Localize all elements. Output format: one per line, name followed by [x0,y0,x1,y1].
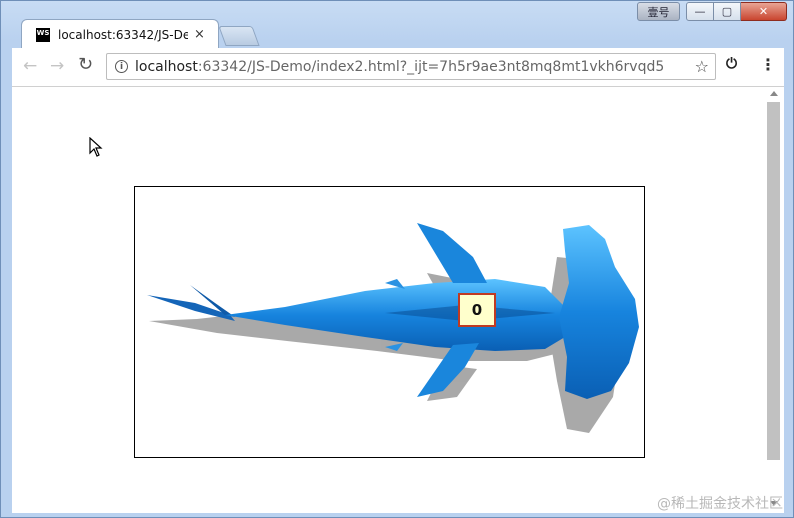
url-host: localhost [135,58,198,75]
scroll-up-arrow-icon[interactable] [770,91,778,96]
tab-close-icon[interactable]: × [194,27,205,42]
back-arrow-icon[interactable]: ← [23,56,37,76]
page-viewport: 0 [12,87,784,513]
click-counter-box: 0 [458,293,496,327]
minimize-button[interactable]: — [686,2,714,21]
new-tab-button[interactable] [218,26,260,46]
close-window-button[interactable]: ✕ [741,2,787,21]
vertical-scrollbar[interactable] [766,87,781,513]
browser-tab[interactable]: WS localhost:63342/JS-Dem × [21,19,219,49]
browser-window: 壹号 — ▢ ✕ WS localhost:63342/JS-Dem × ← →… [0,0,794,518]
reload-icon[interactable]: ↻ [78,54,93,75]
site-info-icon[interactable]: i [115,60,128,73]
menu-kebab-icon[interactable]: ⋮ [760,55,776,74]
hammerhead-shark-image [147,223,639,433]
tab-title: localhost:63342/JS-Dem [58,27,188,42]
maximize-button[interactable]: ▢ [714,2,741,21]
forward-arrow-icon[interactable]: → [50,56,64,76]
address-bar[interactable]: i localhost:63342/JS-Demo/index2.html?_i… [106,53,716,80]
scrollbar-thumb[interactable] [767,102,780,460]
mouse-cursor-icon [89,136,103,161]
url-text[interactable]: localhost:63342/JS-Demo/index2.html?_ijt… [135,59,664,75]
power-extension-icon[interactable]: ⏻ [726,56,737,72]
bookmark-star-icon[interactable]: ☆ [695,57,709,76]
user-profile-button[interactable]: 壹号 [637,2,680,21]
browser-toolbar: ← → ↻ i localhost:63342/JS-Demo/index2.h… [12,48,784,87]
url-path: :63342/JS-Demo/index2.html?_ijt=7h5r9ae3… [197,58,665,75]
watermark-text: @稀土掘金技术社区 [657,496,783,512]
window-caption-buttons: 壹号 — ▢ ✕ [637,2,787,21]
webstorm-favicon-icon: WS [36,27,50,42]
shark-stage[interactable]: 0 [134,186,645,458]
